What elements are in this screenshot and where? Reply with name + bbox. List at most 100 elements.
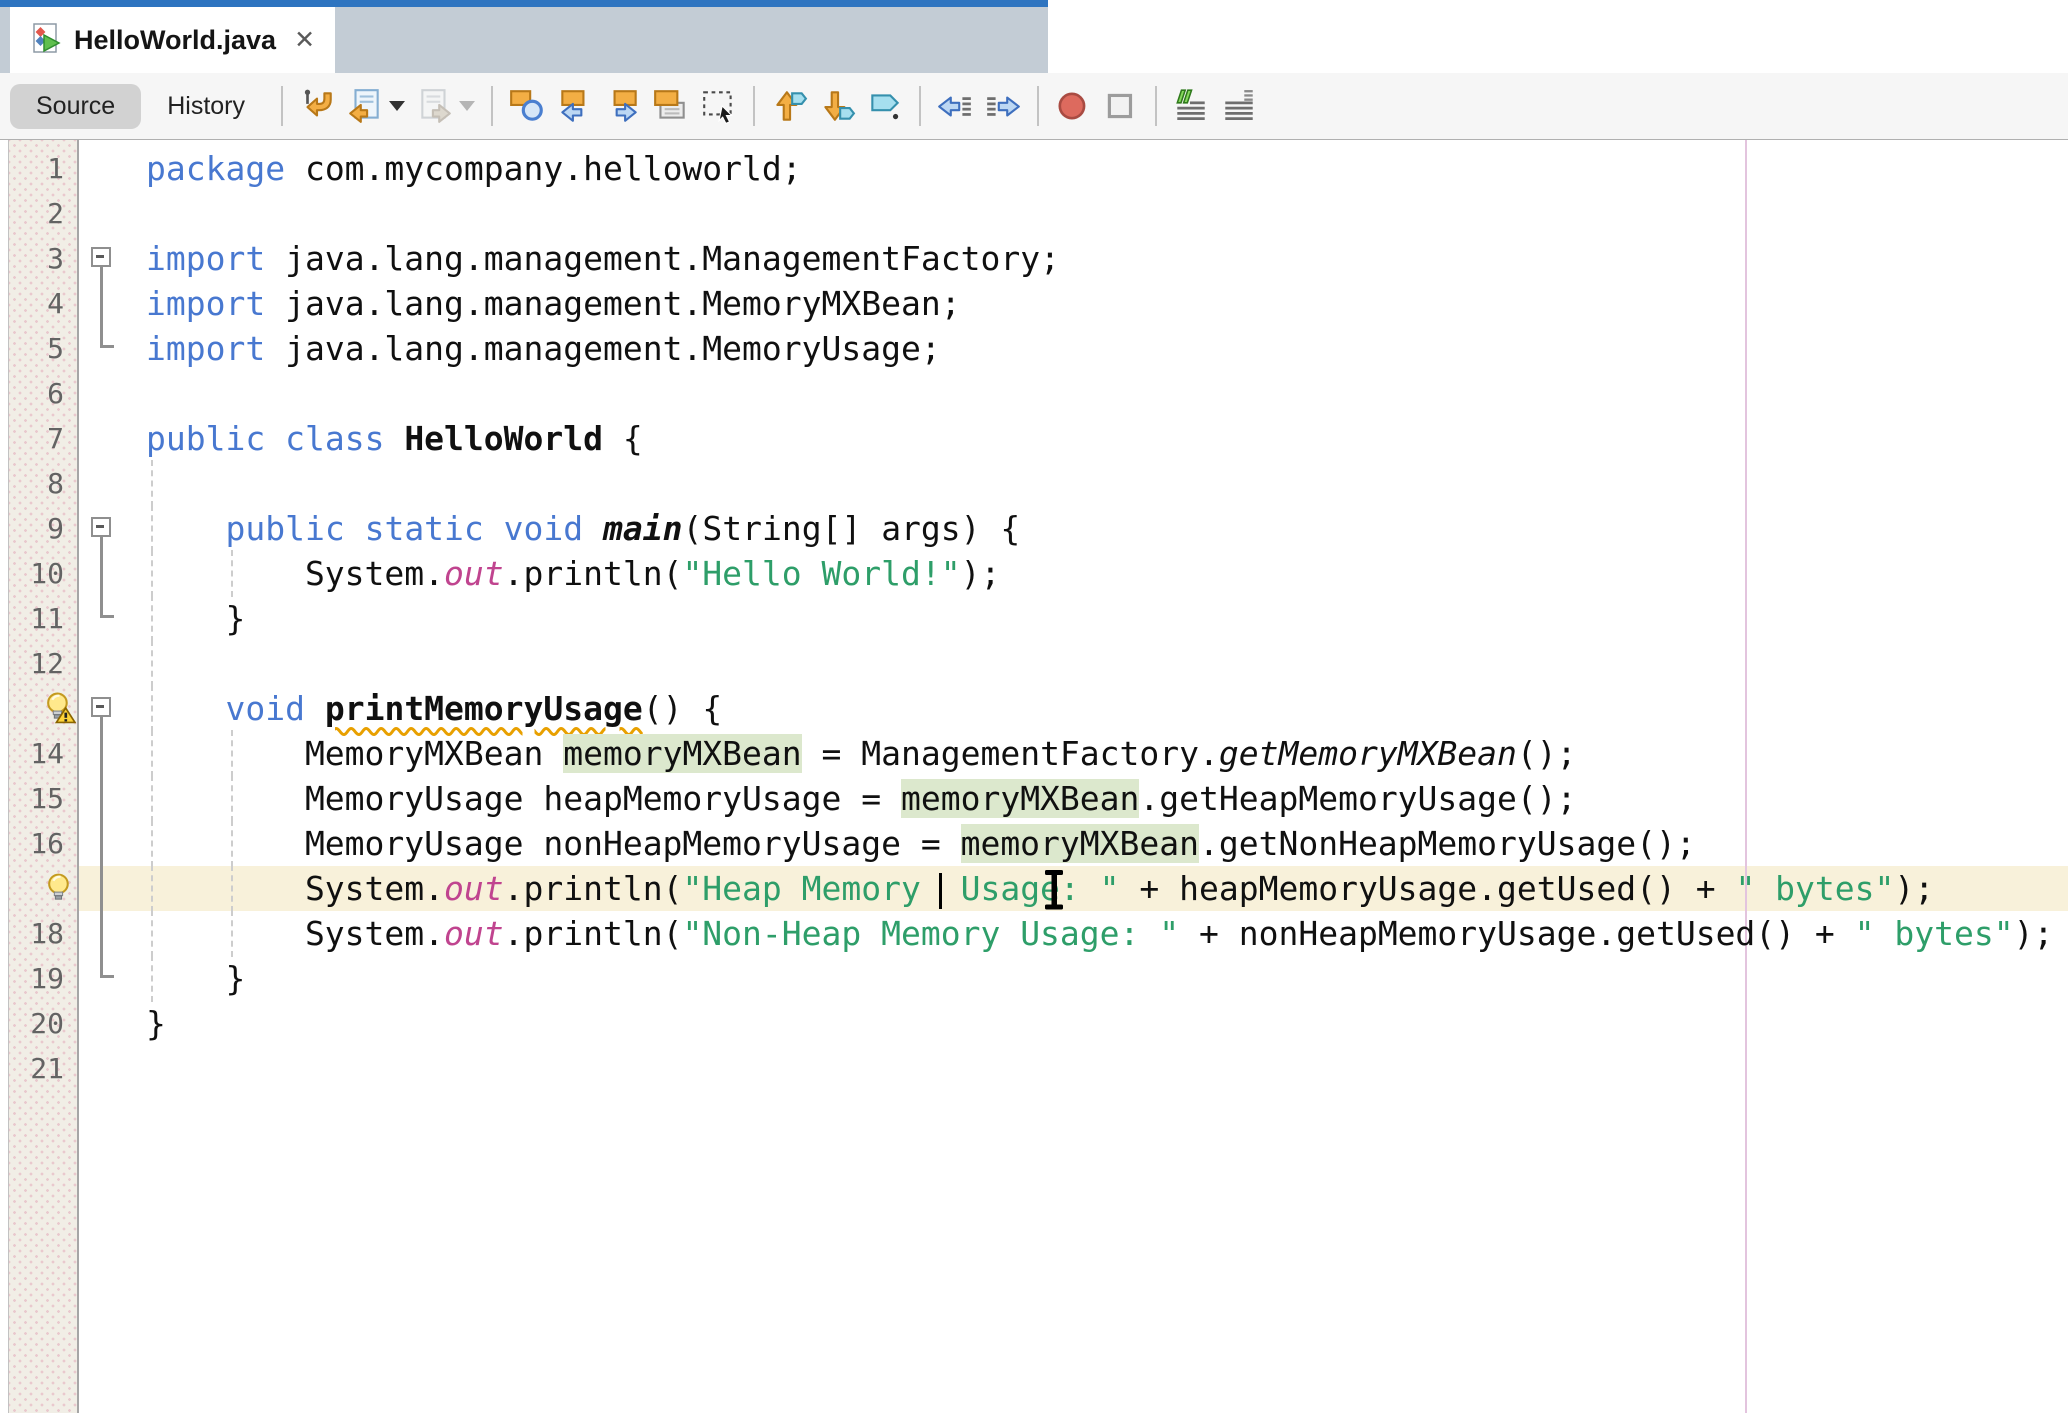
code-line[interactable]: 19 } <box>0 955 2068 1002</box>
forward-dropdown-icon[interactable] <box>459 101 476 111</box>
code-text[interactable]: } <box>133 955 2068 1002</box>
fold-cell[interactable] <box>76 731 133 776</box>
code-text[interactable] <box>133 460 2068 507</box>
code-line[interactable]: 7 public class HelloWorld { <box>0 416 2068 461</box>
gutter-line-number[interactable]: 20 <box>8 1001 76 1046</box>
code-text[interactable]: public static void main(String[] args) { <box>133 505 2068 552</box>
fold-cell[interactable] <box>76 281 133 326</box>
toggle-bookmark-icon[interactable] <box>861 83 909 129</box>
code-text[interactable] <box>133 371 2068 416</box>
code-text[interactable]: import java.lang.management.ManagementFa… <box>133 236 2068 281</box>
fold-collapse-button[interactable] <box>91 517 111 537</box>
find-next-occurrence-icon[interactable] <box>599 83 647 129</box>
stop-macro-recording-icon[interactable] <box>1097 83 1145 129</box>
uncomment-icon[interactable] <box>1215 83 1263 129</box>
fold-cell[interactable] <box>76 866 133 911</box>
gutter-line-number[interactable]: 19 <box>8 956 76 1001</box>
code-line[interactable]: 20} <box>0 1001 2068 1046</box>
code-text[interactable]: System.out.println("Hello World!"); <box>133 550 2068 597</box>
code-text[interactable] <box>133 191 2068 236</box>
code-text[interactable]: void printMemoryUsage() { <box>133 685 2068 732</box>
code-line[interactable]: 15 MemoryUsage heapMemoryUsage = memoryM… <box>0 775 2068 822</box>
code-text[interactable]: System.out.println("Heap Memory Usage: "… <box>133 865 2068 912</box>
gutter-line-number[interactable]: 11 <box>8 596 76 641</box>
fold-cell[interactable] <box>76 821 133 866</box>
fold-cell[interactable] <box>76 911 133 956</box>
gutter-line-number[interactable]: 12 <box>8 641 76 686</box>
find-selection-icon[interactable] <box>503 83 551 129</box>
code-line[interactable]: 21 <box>0 1046 2068 1091</box>
find-previous-occurrence-icon[interactable] <box>551 83 599 129</box>
fold-collapse-button[interactable] <box>91 247 111 267</box>
code-line[interactable]: 3 import java.lang.management.ManagementF… <box>0 236 2068 281</box>
gutter-line-number[interactable]: 9 <box>8 506 76 551</box>
tab-close-icon[interactable]: ✕ <box>294 25 315 55</box>
gutter-line-number[interactable]: 10 <box>8 551 76 596</box>
tab-helloworld-java[interactable]: HelloWorld.java ✕ <box>10 7 336 73</box>
code-line[interactable]: 5 import java.lang.management.MemoryUsage… <box>0 326 2068 371</box>
code-text[interactable] <box>133 640 2068 687</box>
last-edit-location-icon[interactable] <box>293 83 341 129</box>
gutter-line-number[interactable]: 21 <box>8 1046 76 1091</box>
code-line[interactable]: 12 <box>0 640 2068 687</box>
code-line[interactable]: 1 package com.mycompany.helloworld; <box>0 146 2068 191</box>
fold-cell[interactable] <box>76 326 133 371</box>
source-view-button[interactable]: Source <box>10 83 142 129</box>
fold-cell[interactable] <box>76 506 133 551</box>
shift-line-right-icon[interactable] <box>979 83 1027 129</box>
fold-cell[interactable] <box>76 596 133 641</box>
comment-icon[interactable] <box>1167 83 1215 129</box>
gutter-line-number[interactable]: 3 <box>8 236 76 281</box>
code-text[interactable]: package com.mycompany.helloworld; <box>133 146 2068 191</box>
code-text[interactable]: System.out.println("Non-Heap Memory Usag… <box>133 910 2068 957</box>
code-line[interactable]: void printMemoryUsage() { <box>0 685 2068 732</box>
code-line[interactable]: 10 System.out.println("Hello World!"); <box>0 550 2068 597</box>
code-line[interactable]: 2 <box>0 191 2068 236</box>
gutter-line-number[interactable]: 8 <box>8 461 76 506</box>
gutter-line-number[interactable]: 2 <box>8 191 76 236</box>
fold-cell[interactable] <box>76 686 133 731</box>
code-text[interactable]: } <box>133 595 2068 642</box>
code-text[interactable]: MemoryMXBean memoryMXBean = ManagementFa… <box>133 730 2068 777</box>
back-dropdown-icon[interactable] <box>389 101 406 111</box>
shift-line-left-icon[interactable] <box>931 83 979 129</box>
gutter-line-number[interactable]: 18 <box>8 911 76 956</box>
code-text[interactable]: MemoryUsage nonHeapMemoryUsage = memoryM… <box>133 820 2068 867</box>
gutter-line-number[interactable]: 7 <box>8 416 76 461</box>
fold-collapse-button[interactable] <box>91 697 111 717</box>
gutter-line-number[interactable]: 1 <box>8 146 76 191</box>
code-line[interactable]: 9 public static void main(String[] args)… <box>0 505 2068 552</box>
start-macro-recording-icon[interactable] <box>1049 83 1097 129</box>
gutter-line-number[interactable]: 6 <box>8 371 76 416</box>
code-text[interactable]: import java.lang.management.MemoryMXBean… <box>133 281 2068 326</box>
gutter-line-number[interactable]: 14 <box>8 731 76 776</box>
code-text[interactable]: import java.lang.management.MemoryUsage; <box>133 326 2068 371</box>
next-bookmark-icon[interactable] <box>813 83 861 129</box>
toggle-highlight-search-icon[interactable] <box>647 83 695 129</box>
hint-bulb-warning-icon[interactable] <box>8 686 76 731</box>
code-line[interactable]: 11 } <box>0 595 2068 642</box>
code-line[interactable]: 8 <box>0 460 2068 507</box>
gutter-line-number[interactable]: 15 <box>8 776 76 821</box>
fold-cell[interactable] <box>76 236 133 281</box>
gutter-line-number[interactable]: 4 <box>8 281 76 326</box>
code-text[interactable]: public class HelloWorld { <box>133 416 2068 461</box>
code-line[interactable]: 16 MemoryUsage nonHeapMemoryUsage = memo… <box>0 820 2068 867</box>
fold-cell[interactable] <box>76 551 133 596</box>
fold-cell[interactable] <box>76 956 133 1001</box>
gutter-line-number[interactable]: 16 <box>8 821 76 866</box>
toggle-rectangular-selection-icon[interactable] <box>695 83 743 129</box>
code-line[interactable]: 4 import java.lang.management.MemoryMXBea… <box>0 281 2068 326</box>
code-text[interactable]: MemoryUsage heapMemoryUsage = memoryMXBe… <box>133 775 2068 822</box>
gutter-line-number[interactable]: 5 <box>8 326 76 371</box>
code-text[interactable]: } <box>133 1001 2068 1046</box>
previous-bookmark-icon[interactable] <box>765 83 813 129</box>
code-editor[interactable]: 1 package com.mycompany.helloworld; 2 3 impo… <box>0 140 2068 1413</box>
code-line[interactable]: 18 System.out.println("Non-Heap Memory U… <box>0 910 2068 957</box>
code-line[interactable]: System.out.println("Heap Memory Usage: "… <box>0 865 2068 912</box>
code-line[interactable]: 14 MemoryMXBean memoryMXBean = Managemen… <box>0 730 2068 777</box>
back-icon[interactable] <box>341 83 389 129</box>
hint-bulb-icon[interactable] <box>8 866 76 911</box>
code-text[interactable] <box>133 1046 2068 1091</box>
forward-icon[interactable] <box>411 83 459 129</box>
